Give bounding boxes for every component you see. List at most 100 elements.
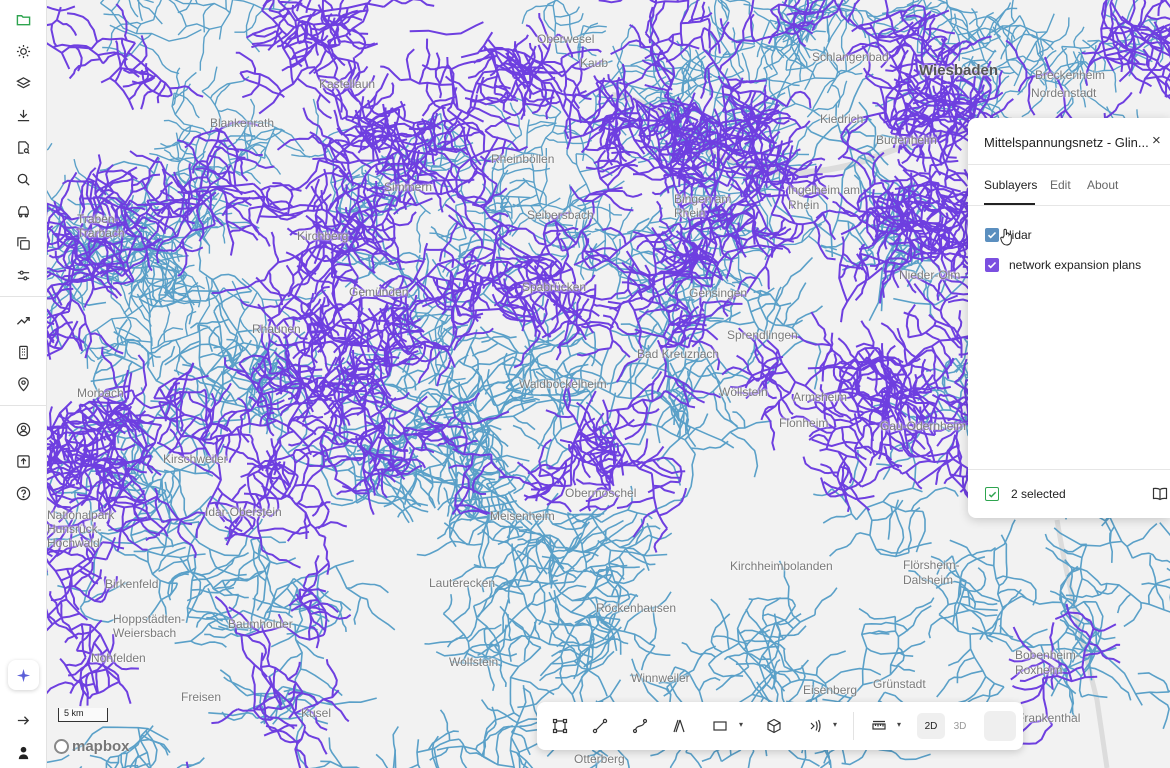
network-line-secondary: [503, 167, 551, 175]
upload-icon[interactable]: [8, 447, 39, 475]
person-icon[interactable]: [8, 738, 39, 766]
checkbox-network-expansion-plans[interactable]: [985, 258, 999, 272]
network-line-secondary: [178, 340, 201, 362]
rectangle-icon[interactable]: [709, 715, 731, 737]
layers-icon[interactable]: [8, 69, 39, 97]
building-icon[interactable]: [8, 338, 39, 366]
user-icon[interactable]: [8, 415, 39, 443]
network-line-secondary: [1073, 26, 1085, 48]
location-pin-icon[interactable]: [8, 370, 39, 398]
download-icon[interactable]: [8, 101, 39, 129]
select-all-checkbox[interactable]: [985, 487, 999, 501]
cube-icon[interactable]: [763, 715, 785, 737]
trend-icon[interactable]: [8, 306, 39, 334]
close-icon[interactable]: ×: [1152, 133, 1166, 149]
network-line-secondary: [894, 597, 935, 624]
ruler-icon[interactable]: [868, 715, 890, 737]
basemap-preview-button[interactable]: [984, 711, 1016, 741]
tab-sublayers[interactable]: Sublayers: [984, 178, 1037, 192]
mapbox-wordmark: mapbox: [72, 738, 130, 755]
chevron-down-icon[interactable]: ▾: [739, 720, 743, 729]
sublayer-network-expansion-plans[interactable]: network expansion plans: [985, 257, 1141, 273]
help-icon[interactable]: [8, 479, 39, 507]
network-line-secondary: [1012, 624, 1070, 653]
selected-count: 2 selected: [1011, 487, 1066, 501]
network-line-primary: [299, 588, 327, 593]
network-line-secondary: [648, 607, 657, 645]
network-line-secondary: [416, 739, 421, 768]
tab-edit[interactable]: Edit: [1050, 178, 1071, 192]
network-line-secondary: [1081, 577, 1100, 597]
network-line-secondary: [1112, 69, 1117, 93]
network-line-secondary: [1132, 552, 1170, 564]
signal-icon[interactable]: [803, 715, 825, 737]
drawing-toolbar: ▾ ▾ ▾ 2D 3D: [537, 702, 1023, 750]
network-line-primary: [438, 64, 449, 99]
sun-icon[interactable]: [8, 37, 39, 65]
network-line-secondary: [135, 19, 154, 34]
network-line-secondary: [521, 4, 554, 24]
network-line-primary: [791, 393, 817, 410]
network-line-secondary: [199, 28, 211, 71]
network-line-primary: [653, 527, 668, 553]
network-line-secondary: [721, 420, 772, 441]
network-line-primary: [820, 463, 838, 479]
network-line-primary: [288, 159, 320, 191]
line-tool-icon[interactable]: [589, 715, 611, 737]
network-line-primary: [56, 19, 78, 37]
sparkle-icon[interactable]: [8, 660, 39, 690]
sublayer-label: network expansion plans: [1009, 258, 1142, 272]
network-line-primary: [146, 455, 154, 474]
network-line-secondary: [436, 745, 515, 768]
network-line-primary: [644, 1, 658, 34]
network-line-secondary: [956, 656, 975, 684]
arrow-right-icon[interactable]: [8, 706, 39, 734]
search-icon[interactable]: [8, 165, 39, 193]
network-line-primary: [863, 189, 869, 224]
chevron-down-icon[interactable]: ▾: [833, 720, 837, 729]
network-line-primary: [451, 306, 455, 336]
network-line-primary: [592, 303, 619, 313]
folder-icon[interactable]: [8, 5, 39, 33]
network-line-secondary: [938, 613, 1014, 638]
network-line-secondary: [732, 411, 746, 429]
network-line-secondary: [969, 634, 1005, 688]
network-line-primary: [1049, 622, 1055, 658]
network-line-secondary: [787, 86, 822, 118]
network-line-primary: [505, 227, 546, 246]
car-icon[interactable]: [8, 197, 39, 225]
network-line-primary: [265, 187, 271, 207]
network-line-secondary: [645, 422, 696, 455]
selection-summary[interactable]: 2 selected: [985, 487, 1066, 501]
network-line-secondary: [47, 142, 53, 151]
network-line-secondary: [824, 667, 882, 684]
curve-tool-icon[interactable]: [629, 715, 651, 737]
network-line-secondary: [1116, 593, 1132, 614]
network-line-primary: [438, 222, 459, 262]
network-line-primary: [405, 48, 415, 80]
network-line-primary: [383, 0, 395, 8]
checkbox-lidar[interactable]: [985, 228, 999, 242]
network-line-secondary: [1137, 672, 1170, 693]
network-line-secondary: [786, 684, 824, 705]
network-line-secondary: [1095, 584, 1120, 595]
copy-icon[interactable]: [8, 229, 39, 257]
network-line-secondary: [320, 760, 361, 768]
mode-3d-button[interactable]: 3D: [946, 713, 974, 739]
measure-icon[interactable]: [669, 715, 691, 737]
chevron-down-icon[interactable]: ▾: [897, 720, 901, 729]
network-line-secondary: [858, 607, 896, 620]
search-file-icon[interactable]: [8, 133, 39, 161]
book-icon[interactable]: [1152, 487, 1168, 501]
network-line-secondary: [211, 385, 252, 402]
mode-2d-button[interactable]: 2D: [917, 713, 945, 739]
sliders-icon[interactable]: [8, 261, 39, 289]
network-line-primary: [67, 526, 73, 555]
network-line-primary: [108, 177, 133, 188]
network-line-primary: [660, 152, 685, 156]
network-line-primary: [650, 0, 653, 1]
select-area-icon[interactable]: [549, 715, 571, 737]
mapbox-logo[interactable]: mapbox: [54, 738, 130, 755]
tab-about[interactable]: About: [1087, 178, 1118, 192]
network-line-primary: [65, 656, 87, 667]
